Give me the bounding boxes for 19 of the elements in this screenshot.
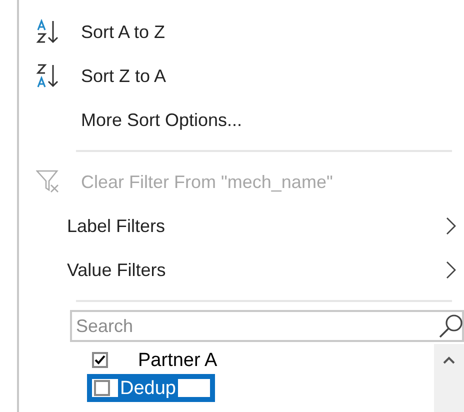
scrollbar[interactable] xyxy=(434,344,464,412)
search-field[interactable]: Search xyxy=(70,310,464,342)
chevron-right-icon xyxy=(446,261,456,279)
list-item[interactable]: Partner A xyxy=(92,346,292,374)
chevron-right-icon xyxy=(446,217,456,235)
checkbox[interactable] xyxy=(92,352,108,368)
scroll-up-icon[interactable] xyxy=(443,356,455,364)
menu-item[interactable]: Value Filters xyxy=(19,248,464,292)
sort-ascending-icon xyxy=(36,19,60,45)
menu-item[interactable]: Label Filters xyxy=(19,204,464,248)
menu-item[interactable]: Sort A to Z xyxy=(19,10,464,54)
sort-descending-icon xyxy=(36,63,60,89)
list-item[interactable]: Dedup xyxy=(87,374,215,402)
search-icon xyxy=(438,313,464,339)
menu-item[interactable]: Sort Z to A xyxy=(19,54,464,98)
menu-item[interactable]: More Sort Options... xyxy=(19,98,464,142)
checkbox[interactable] xyxy=(94,380,110,396)
item-label: Dedup xyxy=(118,378,178,398)
item-label: Partner A xyxy=(137,350,218,370)
